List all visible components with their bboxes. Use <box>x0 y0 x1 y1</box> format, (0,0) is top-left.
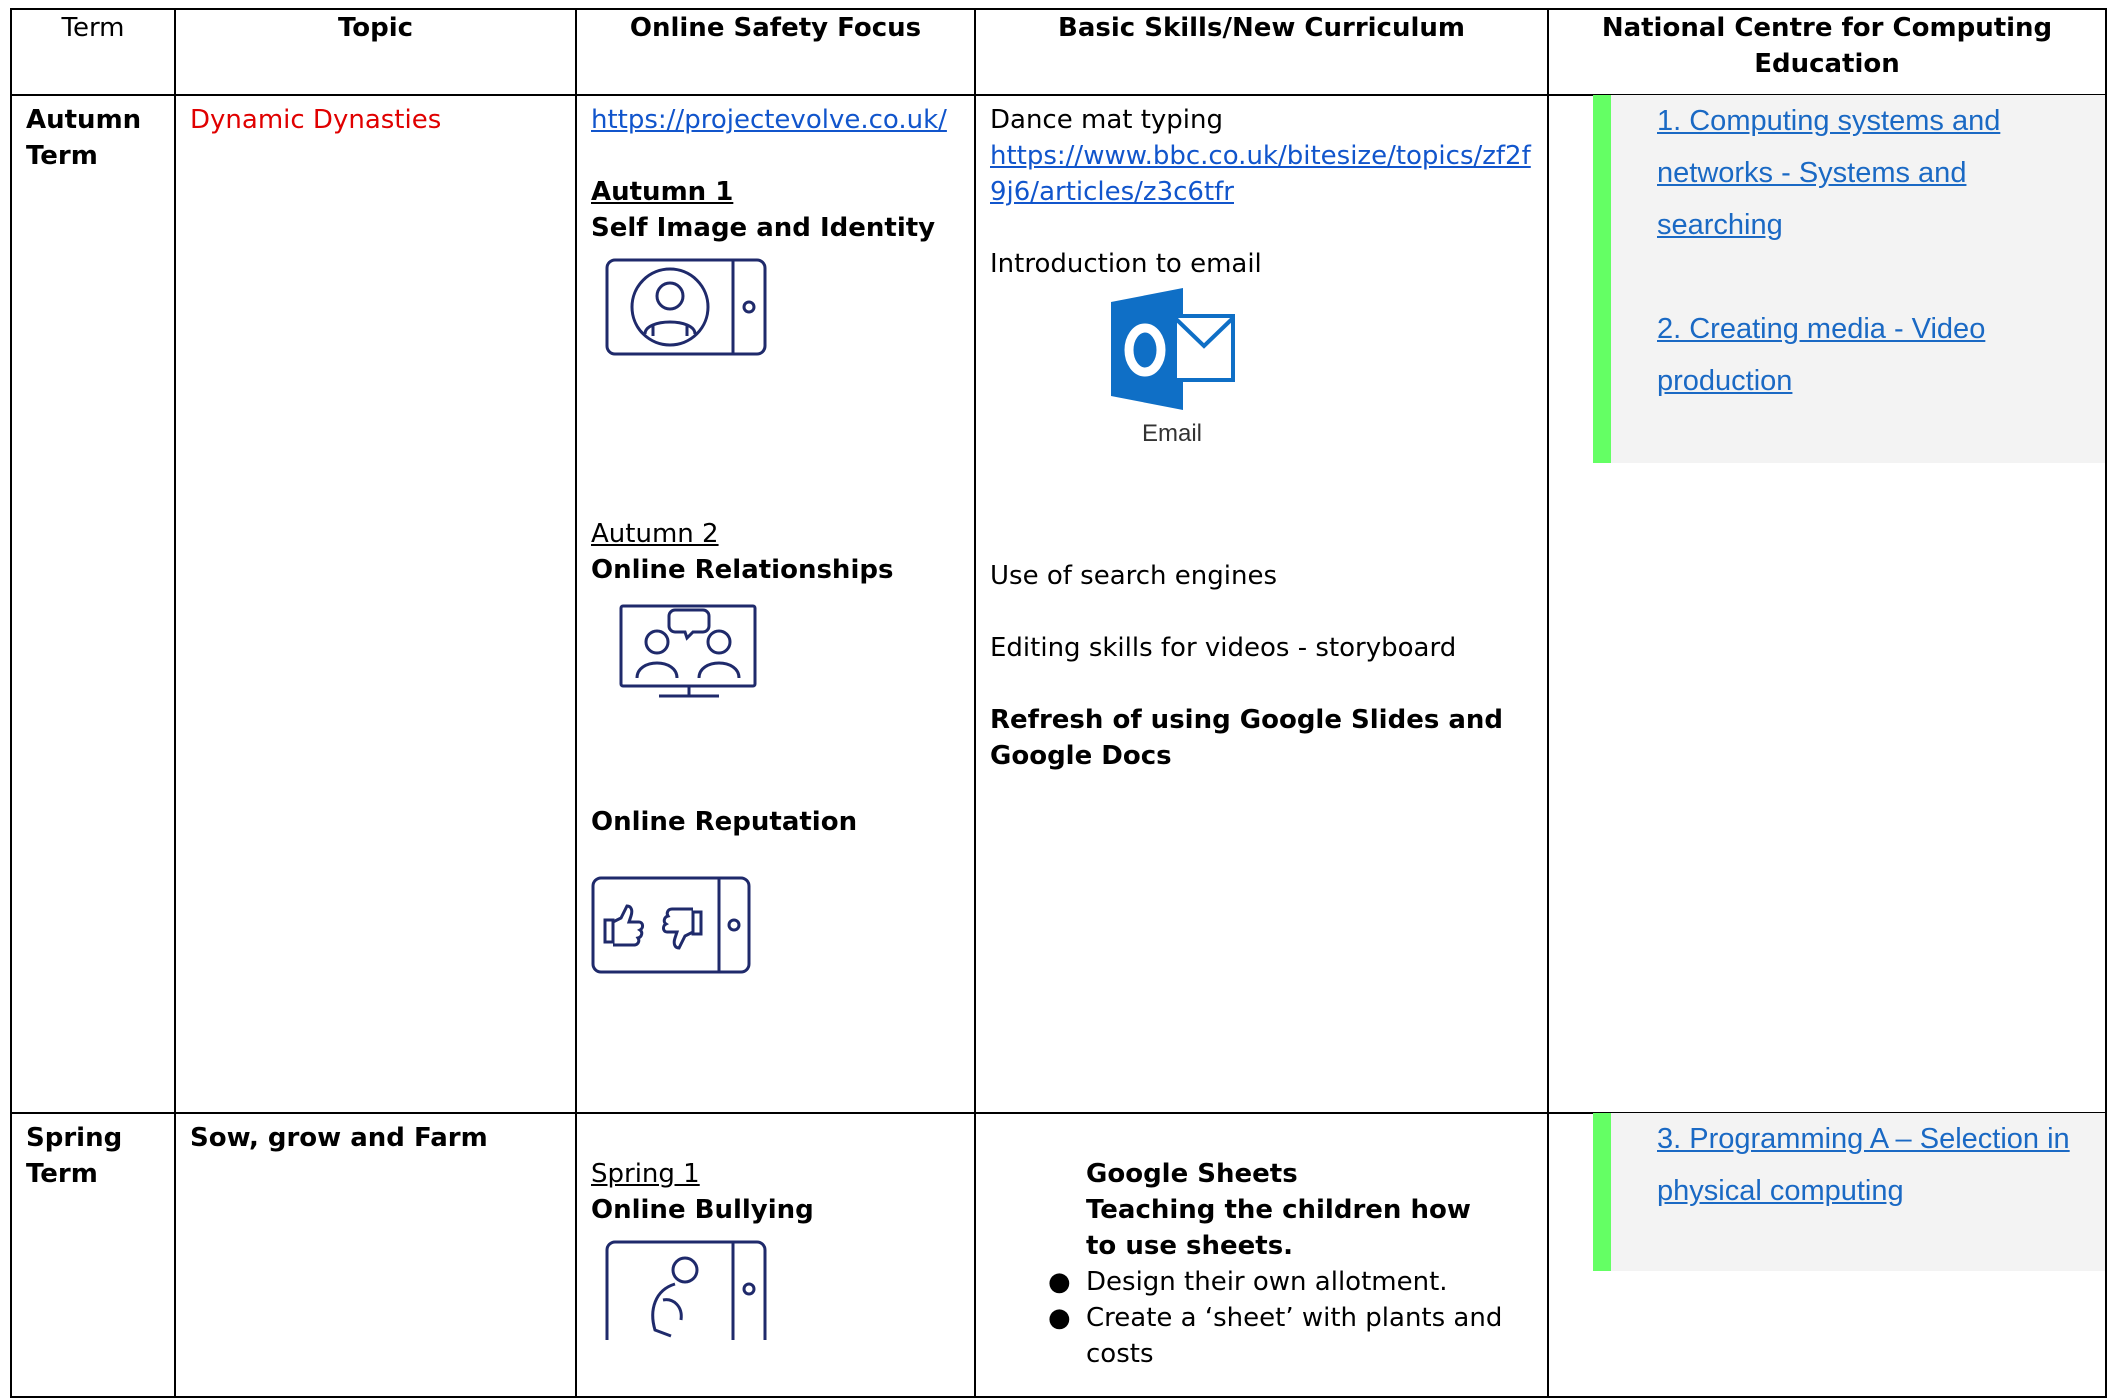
refresh-google-tools: Refresh of using Google Slides and Googl… <box>990 705 1504 771</box>
list-item: ● Create a ‘sheet’ with plants and costs <box>1048 1303 1503 1369</box>
curriculum-document: Term Topic Online Safety Focus Basic Ski… <box>0 0 2107 1398</box>
bbc-bitesize-link[interactable]: https://www.bbc.co.uk/bitesize/topics/zf… <box>990 138 1533 210</box>
spring-topic: Sow, grow and Farm <box>190 1123 488 1153</box>
spring-ncce-card: 3. Programming A – Selection in physical… <box>1593 1113 2105 1271</box>
spring-topic-cell: Sow, grow and Farm <box>174 1112 577 1398</box>
header-row: Term Topic Online Safety Focus Basic Ski… <box>10 8 2107 96</box>
autumn-term-label: Autumn Term <box>26 105 142 171</box>
sheets-teaching: Teaching the children how to use sheets. <box>1086 1195 1471 1261</box>
list-item: ● Design their own allotment. <box>1048 1267 1448 1297</box>
email-intro: Introduction to email <box>990 249 1262 279</box>
autumn-skills-cell: Dance mat typing https://www.bbc.co.uk/b… <box>974 94 1549 1114</box>
header-term: Term <box>10 8 176 96</box>
sheets-bullet-list: ● Design their own allotment. ● Create a ‘… <box>1048 1264 1533 1372</box>
autumn-topic-cell: Dynamic Dynasties <box>174 94 577 1114</box>
autumn-topic: Dynamic Dynasties <box>190 105 442 135</box>
header-ncce: National Centre for Computing Education <box>1547 8 2107 96</box>
online-bullying-phone-icon <box>605 1240 960 1364</box>
projectevolve-link[interactable]: https://projectevolve.co.uk/ <box>591 102 960 138</box>
spring-term-cell: Spring Term <box>10 1112 176 1398</box>
spring-row: Spring Term Sow, grow and Farm Spring 1 … <box>10 1112 2107 1398</box>
autumn2-label: Autumn 2 <box>591 519 719 549</box>
self-image-phone-icon <box>605 258 960 368</box>
header-basic-skills: Basic Skills/New Curriculum <box>974 8 1549 96</box>
online-reputation-focus: Online Reputation <box>591 807 858 837</box>
sheets-title: Google Sheets <box>1086 1159 1298 1189</box>
spring1-focus: Online Bullying <box>591 1195 814 1225</box>
autumn-row: Autumn Term Dynamic Dynasties https://pr… <box>10 94 2107 1114</box>
autumn1-label: Autumn 1 <box>591 177 734 207</box>
ncce-link-creating-media[interactable]: 2. Creating media - Video production <box>1657 303 2093 407</box>
curriculum-table: Term Topic Online Safety Focus Basic Ski… <box>10 8 2107 1398</box>
autumn-term-cell: Autumn Term <box>10 94 176 1114</box>
editing-skills: Editing skills for videos - storyboard <box>990 633 1457 663</box>
ncce-link-programming-a[interactable]: 3. Programming A – Selection in physical… <box>1657 1113 2093 1217</box>
autumn1-focus: Self Image and Identity <box>591 213 936 243</box>
ncce-link-computing-systems[interactable]: 1. Computing systems and networks - Syst… <box>1657 95 2093 251</box>
spring-safety-cell: Spring 1 Online Bullying <box>575 1112 976 1398</box>
online-reputation-phone-icon <box>591 876 960 986</box>
dance-mat-typing: Dance mat typing <box>990 105 1223 135</box>
header-online-safety: Online Safety Focus <box>575 8 976 96</box>
spring-skills-cell: Google Sheets Teaching the children how … <box>974 1112 1549 1398</box>
autumn-ncce-card: 1. Computing systems and networks - Syst… <box>1593 95 2105 463</box>
autumn2-focus: Online Relationships <box>591 555 894 585</box>
spring-ncce-cell: 3. Programming A – Selection in physical… <box>1547 1112 2107 1398</box>
header-topic: Topic <box>174 8 577 96</box>
outlook-email-logo: Email <box>1102 288 1242 448</box>
search-engines: Use of search engines <box>990 561 1278 591</box>
autumn-ncce-cell: 1. Computing systems and networks - Syst… <box>1547 94 2107 1114</box>
email-logo-caption: Email <box>1141 420 1202 447</box>
online-relationships-screen-icon <box>619 600 960 714</box>
spring1-label: Spring 1 <box>591 1159 700 1189</box>
spring-term-label: Spring Term <box>26 1123 123 1189</box>
autumn-safety-cell: https://projectevolve.co.uk/ Autumn 1 Se… <box>575 94 976 1114</box>
